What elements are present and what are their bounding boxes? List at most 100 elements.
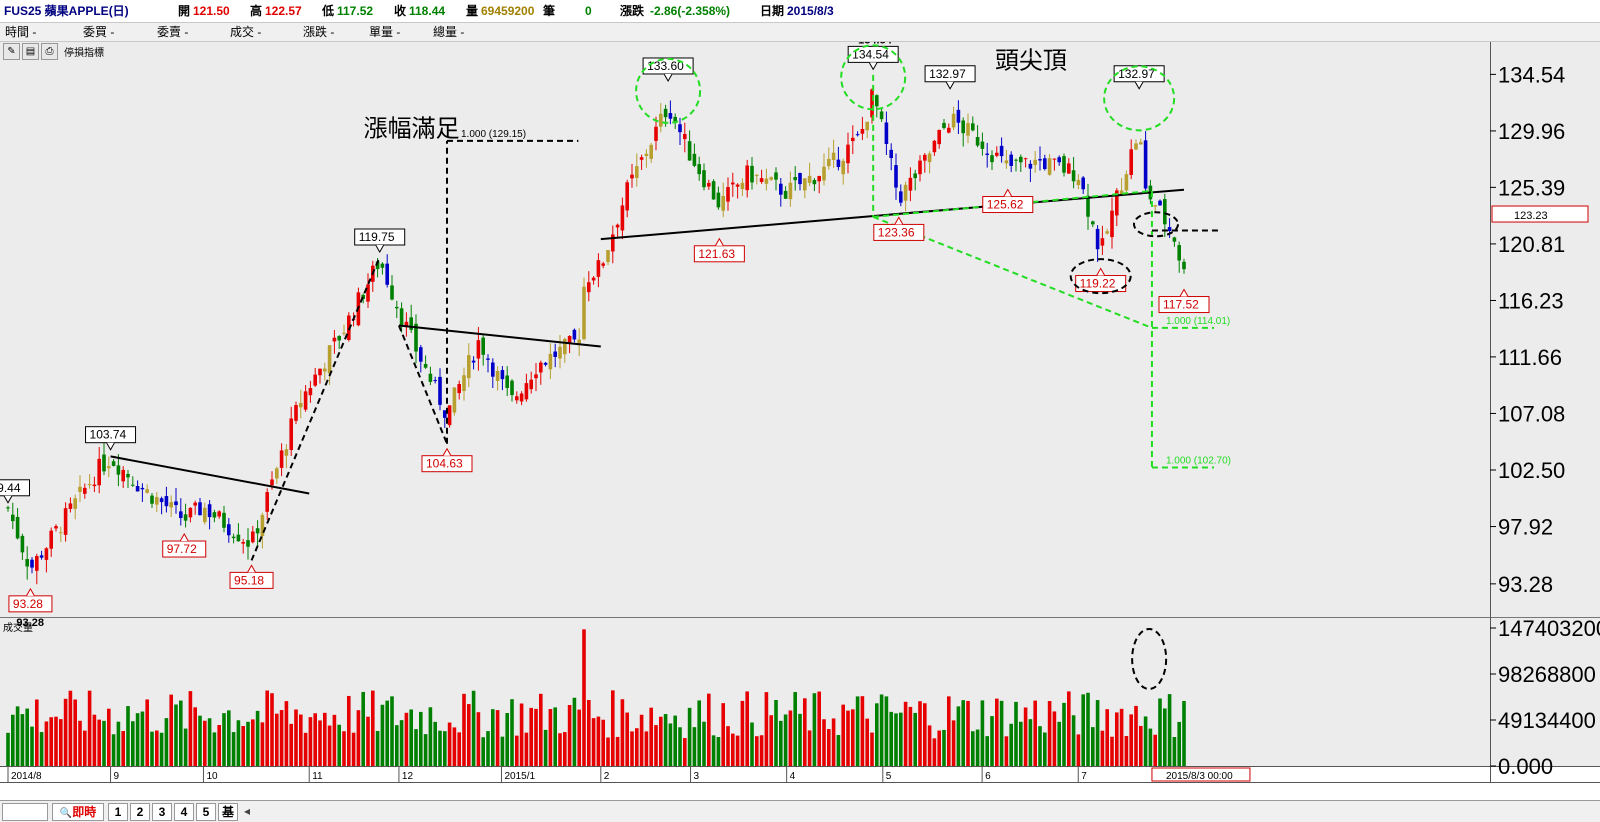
candle-body (750, 165, 754, 183)
volume-bar (577, 709, 581, 766)
volume-bar (471, 690, 476, 766)
tab-1[interactable]: 1 (108, 803, 128, 821)
scroll-left-icon[interactable]: ◂ (244, 804, 250, 818)
volume-bar (654, 725, 658, 766)
tab-3[interactable]: 3 (152, 803, 172, 821)
candle-body (769, 177, 773, 180)
print-tool-button[interactable]: ⎙ (41, 43, 58, 60)
candle-body (639, 157, 644, 160)
candle-body (803, 178, 807, 191)
candle-body (942, 122, 946, 129)
candle-body (1163, 199, 1167, 225)
candle-body (366, 284, 370, 302)
volume-bar (975, 729, 980, 766)
volume-bar (270, 693, 274, 766)
volume-bar (755, 736, 759, 766)
volume-bar (399, 720, 404, 766)
candle-body (572, 329, 577, 340)
tab-2[interactable]: 2 (130, 803, 150, 821)
candle-body (515, 396, 519, 401)
tab-4[interactable]: 4 (174, 803, 194, 821)
volume-bar (932, 738, 937, 766)
volume-bar (812, 693, 817, 766)
volume-bar (414, 729, 418, 766)
volume-bar (179, 700, 183, 766)
menu-change[interactable]: 漲跌 - (303, 23, 334, 41)
volume-bar (510, 699, 514, 766)
candle-body (203, 507, 207, 523)
price-callout-label: 95.18 (234, 573, 264, 587)
volume-bar (481, 737, 485, 766)
candle-body (1052, 158, 1057, 160)
live-tab[interactable]: 🔍即時 (52, 803, 104, 821)
candle-body (582, 286, 586, 340)
volume-bar (87, 690, 92, 766)
candle-body (543, 362, 548, 365)
candle-body (380, 263, 385, 268)
high-label: 高 (250, 4, 263, 18)
candle-body (1167, 227, 1172, 232)
candle-body (63, 508, 68, 535)
volume-bar (620, 699, 625, 766)
volume-bar (1139, 725, 1143, 766)
draw-tool-button[interactable]: ✎ (3, 43, 20, 60)
candle-body (1172, 237, 1177, 242)
volume-bar (443, 731, 447, 766)
candle-body (318, 368, 322, 376)
candle-body (207, 504, 212, 518)
candle-body (783, 190, 788, 199)
volume-bar (164, 718, 169, 766)
volume-bar (572, 697, 577, 766)
candle-body (35, 556, 39, 571)
volume-bar (601, 719, 605, 766)
candle-body (731, 182, 735, 185)
projection-label-129: 1.000 (129.15) (461, 129, 526, 140)
volume-bar (1043, 732, 1047, 766)
symbol-entry-field[interactable] (2, 803, 48, 821)
candle-body (687, 141, 692, 161)
candle-body (563, 338, 567, 355)
candle-body (462, 375, 466, 392)
candle-body (1081, 177, 1085, 190)
volume-bar (183, 728, 188, 766)
date-tick-label: 4 (790, 771, 796, 782)
volume-bar (740, 700, 745, 766)
cursor-date-label: 2015/8/3 00:00 (1166, 771, 1233, 782)
tab-fundamental[interactable]: 基 (218, 803, 238, 821)
menu-bid[interactable]: 委買 - (83, 23, 114, 41)
date-tick-label: 9 (114, 771, 120, 782)
menu-single-volume[interactable]: 單量 - (369, 23, 400, 41)
candle-body (25, 559, 29, 567)
candle-body (1023, 158, 1028, 160)
tab-5[interactable]: 5 (196, 803, 216, 821)
menu-trade[interactable]: 成交 - (230, 23, 261, 41)
candle-body (817, 176, 821, 182)
candle-body (251, 531, 255, 543)
menu-total-volume[interactable]: 總量 - (433, 23, 464, 41)
candle-body (332, 337, 337, 342)
candle-body (587, 282, 591, 293)
volume-bar (49, 717, 53, 766)
quote-info-bar: FUS25 蘋果APPLE(日) 開 121.50 高 122.57 低 117… (0, 0, 1600, 23)
volume-bar (731, 733, 735, 766)
candle-body (721, 195, 725, 211)
volume-bar (817, 691, 821, 766)
candle-body (236, 534, 241, 542)
stop-loss-indicator-label[interactable]: 停損指標 (64, 44, 104, 59)
menu-time[interactable]: 時間 - (5, 23, 36, 41)
volume-bar (879, 694, 884, 766)
volume-bar (491, 709, 495, 766)
horizontal-scrollbar[interactable] (258, 805, 1588, 817)
candle-body (39, 555, 44, 558)
volume-bar (159, 732, 164, 766)
y-tick-label: 107.08 (1498, 401, 1565, 426)
volume-bar (15, 706, 20, 766)
volume-bar (649, 707, 653, 766)
volume-bar (356, 710, 361, 766)
panel-tool-button[interactable]: ▤ (22, 43, 39, 60)
candle-body (279, 450, 284, 468)
date-value: 2015/8/3 (787, 4, 834, 18)
volume-bar (591, 718, 596, 766)
menu-ask[interactable]: 委賣 - (157, 23, 188, 41)
volume-tick-label: 147403200 (1498, 616, 1600, 641)
